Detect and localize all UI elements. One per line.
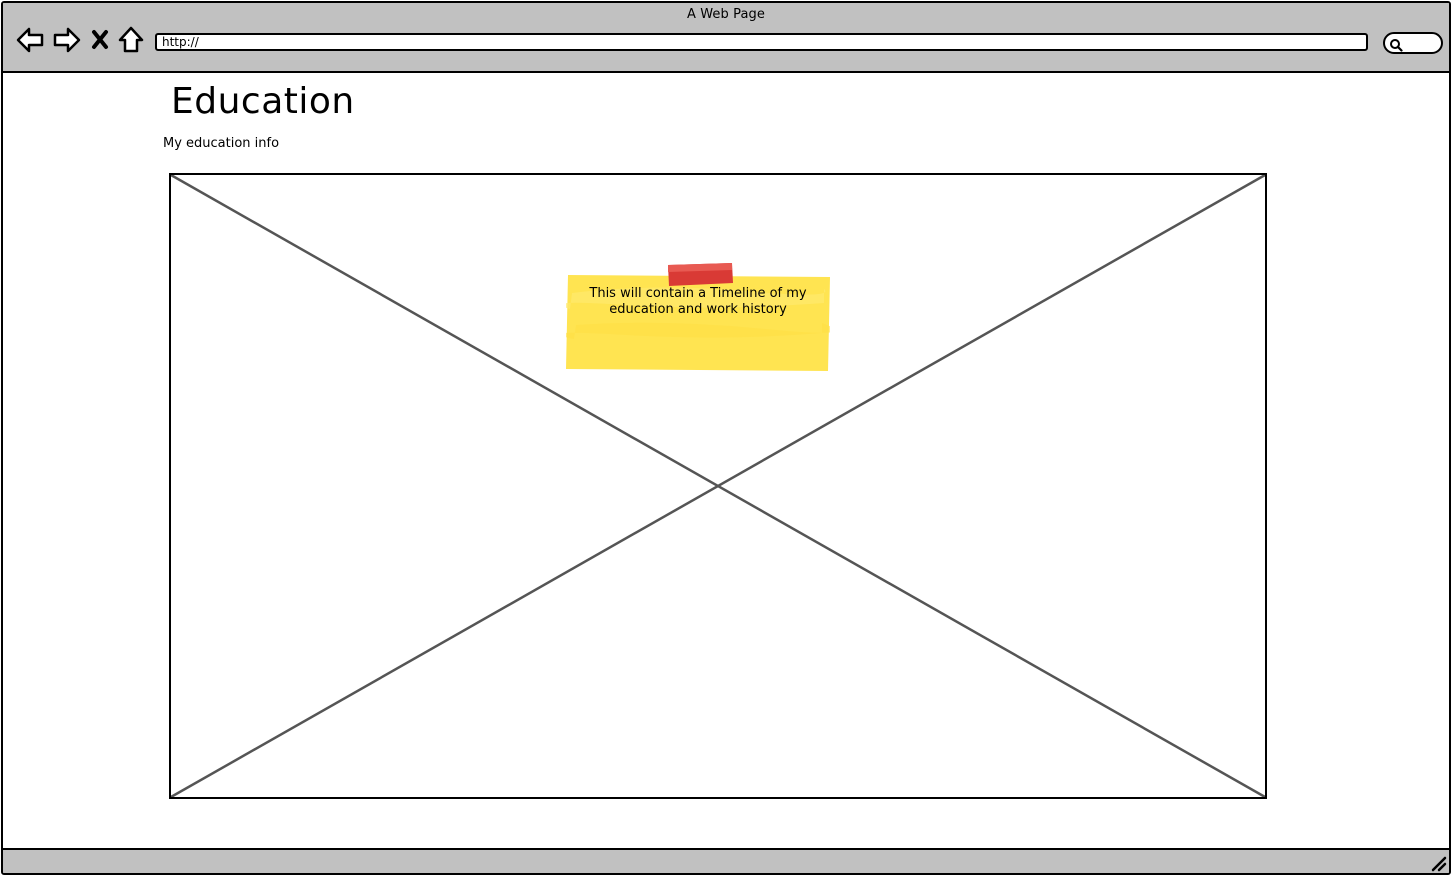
- back-arrow-icon[interactable]: [15, 25, 45, 55]
- window-title: A Web Page: [687, 7, 765, 22]
- address-bar-input[interactable]: [155, 33, 1368, 51]
- search-input[interactable]: [1383, 32, 1443, 54]
- forward-arrow-icon[interactable]: [52, 25, 82, 55]
- sticky-note-text: This will contain a Timeline of my educa…: [589, 286, 807, 317]
- close-x-icon[interactable]: [90, 25, 110, 55]
- status-bar: [3, 848, 1449, 873]
- page-title: Education: [171, 81, 355, 122]
- search-icon: [1389, 37, 1403, 52]
- sticky-note: This will contain a Timeline of my educa…: [566, 263, 830, 371]
- browser-toolbar: A Web Page: [3, 3, 1449, 73]
- home-icon[interactable]: [117, 25, 145, 55]
- resize-grip-icon[interactable]: [1429, 854, 1447, 872]
- browser-window: A Web Page http:// Education My educatio…: [1, 1, 1451, 875]
- page-content: Education My education info This will co…: [3, 73, 1449, 851]
- page-subtitle: My education info: [163, 136, 280, 151]
